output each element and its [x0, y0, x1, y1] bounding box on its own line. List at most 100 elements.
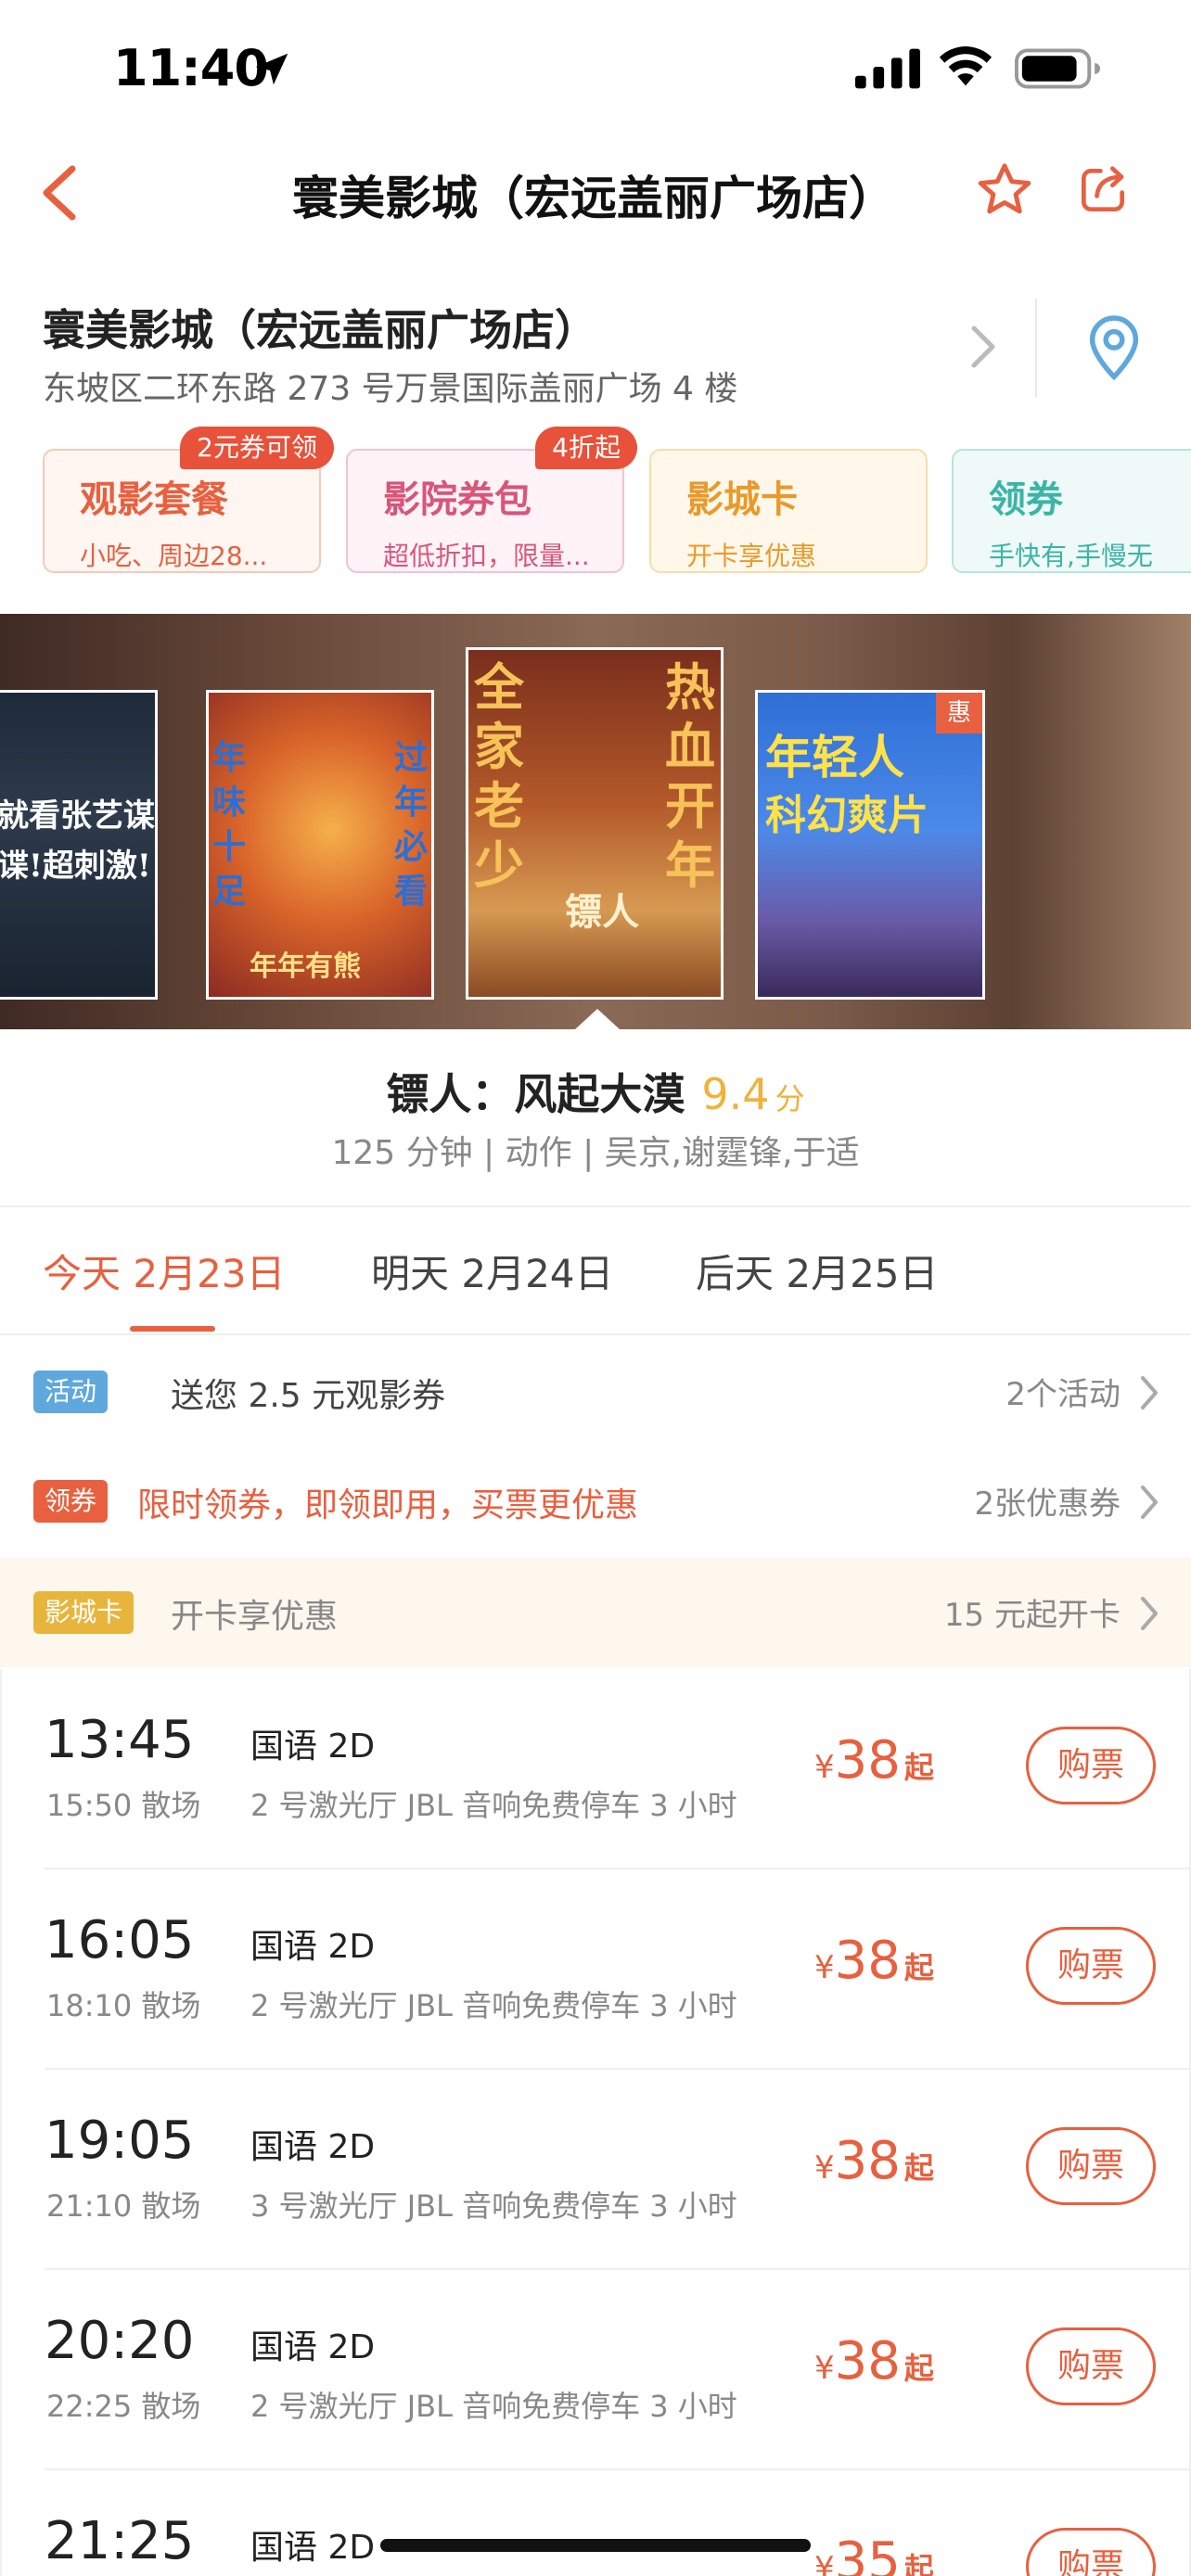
cinema-info[interactable]: 寰美影城（宏远盖丽广场店） 东坡区二环东路 273 号万景国际盖丽广场 4 楼 — [0, 274, 1191, 414]
price-suffix: 起 — [903, 2351, 934, 2386]
price: ¥35 起 — [814, 2531, 934, 2576]
tab-tomorrow[interactable]: 明天 2月24日 — [371, 1243, 614, 1299]
back-arrow-icon[interactable] — [35, 163, 82, 223]
end-time: 22:25 散场 — [46, 2389, 201, 2424]
price-suffix: 起 — [903, 2551, 934, 2576]
cinema-card-tag: 影城卡 — [33, 1591, 134, 1634]
movie-poster[interactable]: 年味十足 过年必看 年年有熊 — [206, 690, 434, 1000]
price: ¥38 起 — [814, 2331, 934, 2391]
chevron-right-icon — [1141, 1597, 1158, 1630]
tab-today[interactable]: 今天 2月23日 — [43, 1243, 286, 1299]
language-format: 国语 2D — [250, 2328, 376, 2366]
divider — [0, 1333, 1191, 1335]
poster-caption: 科幻爽片 — [765, 792, 928, 839]
language-format: 国语 2D — [250, 2128, 376, 2166]
carousel-pointer — [575, 1009, 620, 1029]
movie-score: 9.4 — [701, 1069, 770, 1119]
currency-symbol: ¥ — [814, 2550, 835, 2576]
poster-caption-right: 热血开年 — [665, 657, 715, 895]
language-format: 国语 2D — [250, 2529, 376, 2567]
currency-symbol: ¥ — [814, 1749, 835, 1786]
movie-poster[interactable]: 就看张艺谋 谍!超刺激! — [0, 690, 158, 1000]
cinema-card-text: 开卡享优惠 — [171, 1598, 339, 1636]
coupon-text: 限时领券，即领即用，买票更优惠 — [137, 1486, 639, 1524]
hall-info: 3 号激光厅 JBL 音响免费停车 3 小时 — [250, 2188, 737, 2224]
poster-caption-left: 年味十足 — [212, 738, 247, 911]
end-time: 18:10 散场 — [46, 1988, 201, 2023]
showtime-row[interactable]: 16:05 18:10 散场 国语 2D 2 号激光厅 JBL 音响免费停车 3… — [2, 1869, 1189, 2070]
activity-row-promotions[interactable]: 活动 送您 2.5 元观影券 2个活动 — [0, 1337, 1191, 1447]
promo-title: 观影套餐 — [80, 478, 228, 521]
start-time: 16:05 — [45, 1910, 195, 1970]
promo-title: 领券 — [989, 478, 1063, 521]
price-value: 38 — [834, 2131, 901, 2191]
price-suffix: 起 — [903, 1750, 934, 1785]
language-format: 国语 2D — [250, 1928, 376, 1966]
price-suffix: 起 — [903, 1950, 934, 1985]
showtime-row[interactable]: 21:25 国语 2D ¥35 起 购票 — [2, 2470, 1189, 2576]
divider — [1035, 299, 1037, 397]
promo-card-combo[interactable]: 观影套餐 小吃、周边28... 2元券可领 — [43, 427, 334, 573]
price-value: 38 — [834, 2331, 901, 2391]
poster-caption: 年轻人 — [765, 730, 904, 784]
promo-badge: 4折起 — [535, 427, 637, 469]
showtime-row[interactable]: 19:05 21:10 散场 国语 2D 3 号激光厅 JBL 音响免费停车 3… — [2, 2070, 1189, 2270]
activity-tag: 活动 — [33, 1371, 109, 1413]
promo-subtitle: 开卡享优惠 — [686, 541, 817, 571]
movie-poster[interactable]: 年轻人 科幻爽片 惠 — [755, 690, 985, 1000]
home-indicator[interactable] — [380, 2539, 811, 2552]
map-pin-icon[interactable] — [1083, 315, 1145, 382]
location-arrow-icon — [255, 53, 288, 85]
page-title: 寰美影城（宏远盖丽广场店） — [292, 172, 895, 225]
poster-logo: 镖人 — [565, 890, 639, 934]
movie-title: 镖人：风起大漠 — [386, 1069, 685, 1119]
promo-card-coupons[interactable]: 领券 手快有,手慢无 — [952, 449, 1191, 573]
movie-score-unit: 分 — [775, 1081, 805, 1116]
poster-caption-right: 过年必看 — [394, 738, 429, 911]
chevron-right-icon — [1141, 1376, 1158, 1409]
price: ¥38 起 — [814, 2131, 934, 2191]
buy-ticket-button[interactable]: 购票 — [1026, 1727, 1156, 1804]
price: ¥38 起 — [814, 1730, 934, 1791]
currency-symbol: ¥ — [814, 1949, 835, 1986]
promo-subtitle: 手快有,手慢无 — [989, 541, 1153, 571]
activity-row-coupons[interactable]: 领券 限时领券，即领即用，买票更优惠 2张优惠券 — [0, 1447, 1191, 1556]
status-time: 11:40 — [113, 39, 269, 97]
showtime-row[interactable]: 13:45 15:50 散场 国语 2D 2 号激光厅 JBL 音响免费停车 3… — [2, 1669, 1189, 1869]
nav-bar: 寰美影城（宏远盖丽广场店） — [0, 139, 1191, 247]
tab-day-after-tomorrow[interactable]: 后天 2月25日 — [696, 1243, 939, 1299]
poster-caption: 就看张艺谋 谍!超刺激! — [0, 797, 155, 885]
wifi-icon — [939, 46, 992, 86]
promo-subtitle: 小吃、周边28... — [80, 541, 268, 571]
start-time: 21:25 — [45, 2511, 195, 2571]
movie-info: 镖人：风起大漠 9.4 分 125 分钟 | 动作 | 吴京,谢霆锋,于适 — [0, 1029, 1191, 1205]
buy-ticket-button[interactable]: 购票 — [1026, 2528, 1156, 2576]
promo-title: 影院券包 — [383, 478, 531, 521]
promo-card-voucher-pack[interactable]: 影院券包 超低折扣，限量... 4折起 — [346, 427, 637, 573]
hall-info: 2 号激光厅 JBL 音响免费停车 3 小时 — [250, 1788, 737, 1823]
promo-card-cinema-card[interactable]: 影城卡 开卡享优惠 — [649, 449, 928, 573]
favorite-star-icon[interactable] — [974, 159, 1035, 221]
price-value: 35 — [834, 2531, 901, 2576]
currency-symbol: ¥ — [814, 2350, 835, 2387]
promo-badge: 2元券可领 — [180, 427, 334, 469]
end-time: 15:50 散场 — [46, 1788, 201, 1823]
price-value: 38 — [834, 1730, 901, 1791]
poster-discount-badge: 惠 — [936, 693, 982, 733]
share-icon[interactable] — [1074, 161, 1132, 219]
movie-carousel[interactable]: 就看张艺谋 谍!超刺激! 年味十足 过年必看 年年有熊 全家老少 热血开年 镖人… — [0, 614, 1191, 1029]
activity-text: 送您 2.5 元观影券 — [171, 1377, 446, 1415]
activity-row-cinema-card[interactable]: 影城卡 开卡享优惠 15 元起开卡 — [0, 1558, 1191, 1667]
chevron-right-icon — [1141, 1486, 1158, 1519]
currency-symbol: ¥ — [814, 2149, 835, 2187]
promo-title: 影城卡 — [686, 478, 798, 521]
cinema-address: 东坡区二环东路 273 号万景国际盖丽广场 4 楼 — [43, 370, 738, 408]
movie-meta: 125 分钟 | 动作 | 吴京,谢霆锋,于适 — [331, 1134, 860, 1172]
buy-ticket-button[interactable]: 购票 — [1026, 2327, 1156, 2405]
battery-icon — [1015, 48, 1101, 89]
buy-ticket-button[interactable]: 购票 — [1026, 1927, 1156, 2005]
movie-poster-selected[interactable]: 全家老少 热血开年 镖人 — [466, 647, 724, 1000]
buy-ticket-button[interactable]: 购票 — [1026, 2127, 1156, 2205]
price-suffix: 起 — [903, 2150, 934, 2186]
showtime-row[interactable]: 20:20 22:25 散场 国语 2D 2 号激光厅 JBL 音响免费停车 3… — [2, 2270, 1189, 2470]
